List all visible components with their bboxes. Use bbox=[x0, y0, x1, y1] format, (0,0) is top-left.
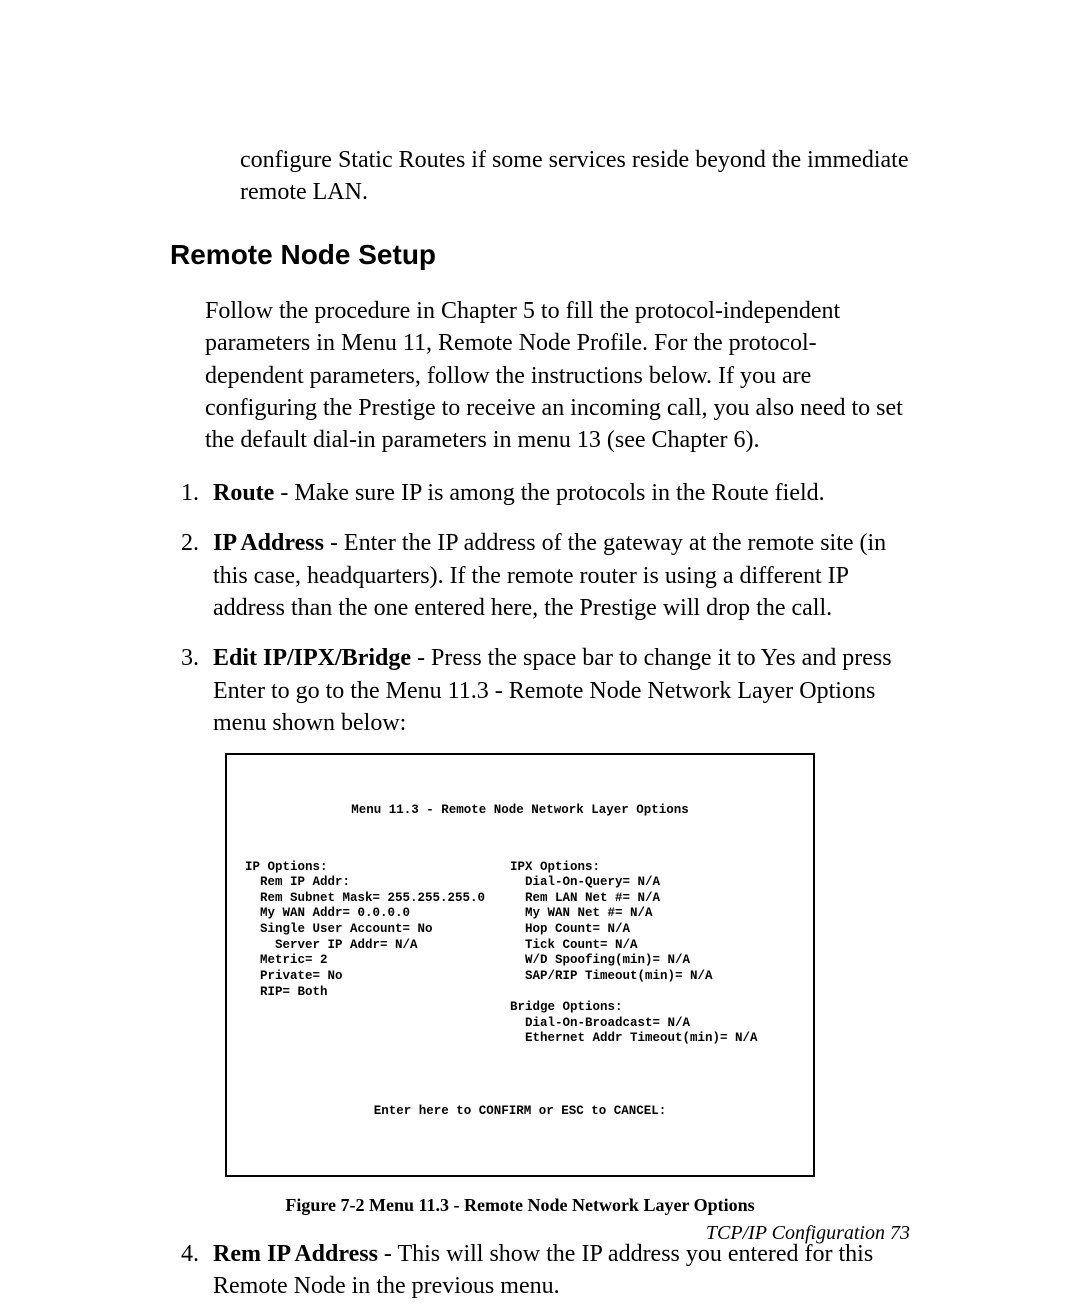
list-item-label: IP Address bbox=[213, 530, 324, 556]
intro-paragraph: configure Static Routes if some services… bbox=[240, 144, 910, 209]
list-item-text: - Make sure IP is among the protocols in… bbox=[274, 480, 824, 506]
terminal-columns: IP Options: Rem IP Addr: Rem Subnet Mask… bbox=[245, 860, 795, 1048]
list-item: Route - Make sure IP is among the protoc… bbox=[205, 477, 910, 509]
list-item: Rem IP Address - This will show the IP a… bbox=[205, 1238, 910, 1303]
terminal-footer: Enter here to CONFIRM or ESC to CANCEL: bbox=[245, 1104, 795, 1120]
list-item-label: Rem IP Address bbox=[213, 1241, 378, 1267]
terminal-right-column: IPX Options: Dial-On-Query= N/A Rem LAN … bbox=[510, 860, 795, 1048]
list-item: Edit IP/IPX/Bridge - Press the space bar… bbox=[205, 642, 910, 1217]
list-item: IP Address - Enter the IP address of the… bbox=[205, 527, 910, 624]
list-item-label: Route bbox=[213, 480, 274, 506]
ordered-list: Route - Make sure IP is among the protoc… bbox=[170, 477, 910, 1303]
section-body-paragraph: Follow the procedure in Chapter 5 to fil… bbox=[205, 295, 910, 457]
figure-caption: Figure 7-2 Menu 11.3 - Remote Node Netwo… bbox=[225, 1193, 815, 1217]
terminal-left-column: IP Options: Rem IP Addr: Rem Subnet Mask… bbox=[245, 860, 510, 1048]
terminal-title: Menu 11.3 - Remote Node Network Layer Op… bbox=[245, 803, 795, 819]
terminal-screenshot: Menu 11.3 - Remote Node Network Layer Op… bbox=[225, 753, 815, 1177]
section-heading: Remote Node Setup bbox=[170, 239, 910, 271]
list-item-label: Edit IP/IPX/Bridge bbox=[213, 645, 411, 671]
page-footer: TCP/IP Configuration 73 bbox=[706, 1222, 910, 1245]
document-page: configure Static Routes if some services… bbox=[0, 0, 1080, 1311]
